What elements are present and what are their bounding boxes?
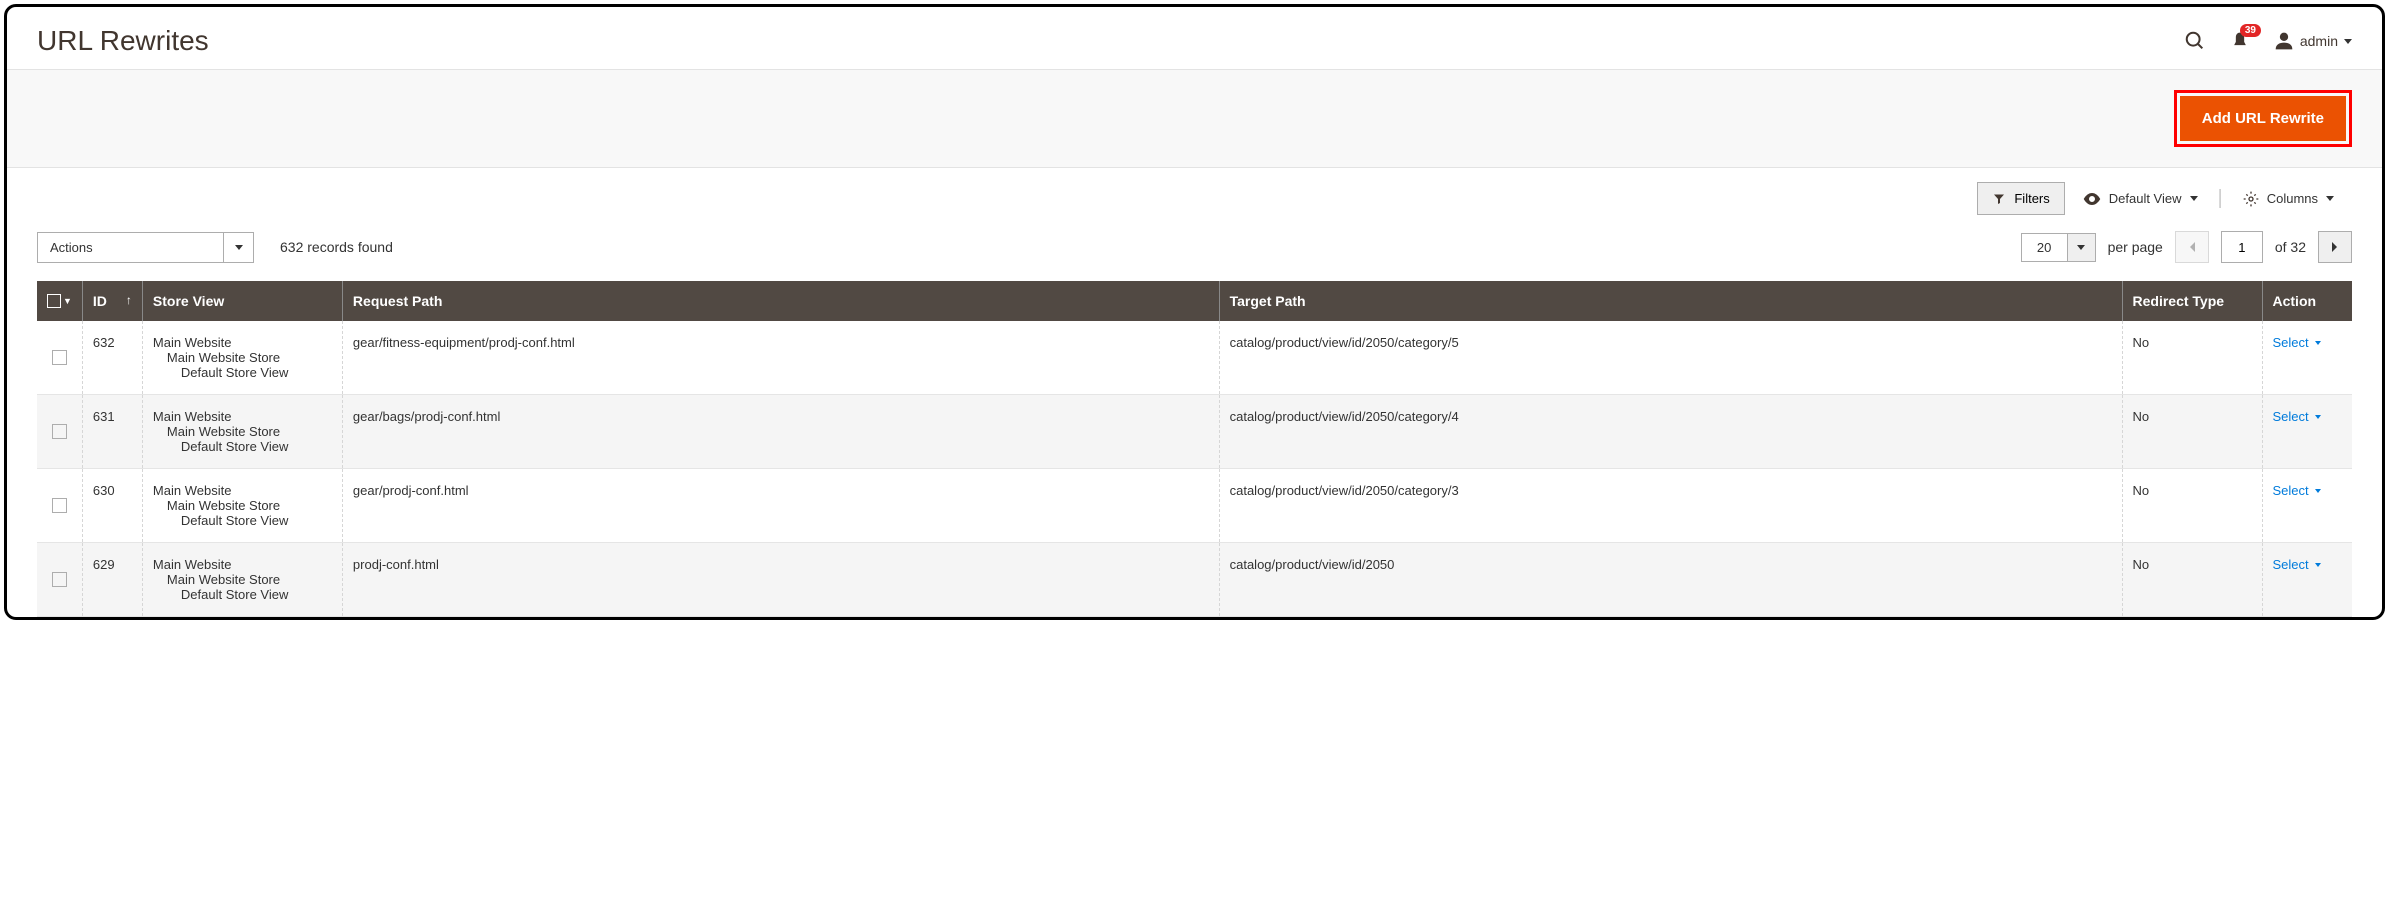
actions-dropdown[interactable]: Actions (37, 232, 254, 263)
cell-target-path: catalog/product/view/id/2050/category/4 (1219, 395, 2122, 469)
cell-action: Select (2262, 395, 2352, 469)
actions-label: Actions (38, 233, 223, 262)
select-action-link[interactable]: Select (2273, 483, 2343, 498)
records-found: 632 records found (280, 239, 393, 255)
default-view-control[interactable]: Default View (2065, 191, 2216, 206)
cell-store-view: Main WebsiteMain Website StoreDefault St… (142, 395, 342, 469)
cell-request-path: gear/prodj-conf.html (342, 469, 1219, 543)
cell-request-path: gear/fitness-equipment/prodj-conf.html (342, 321, 1219, 395)
table-row: 629Main WebsiteMain Website StoreDefault… (37, 543, 2352, 617)
prev-page-button[interactable] (2175, 231, 2209, 263)
chevron-down-icon (2344, 39, 2352, 44)
notifications-icon[interactable]: 39 (2230, 30, 2250, 52)
default-view-label: Default View (2109, 191, 2182, 206)
cell-id: 631 (82, 395, 142, 469)
page-title: URL Rewrites (37, 25, 209, 57)
cell-action: Select (2262, 543, 2352, 617)
cell-target-path: catalog/product/view/id/2050 (1219, 543, 2122, 617)
add-url-rewrite-button[interactable]: Add URL Rewrite (2180, 96, 2346, 141)
cell-id: 632 (82, 321, 142, 395)
funnel-icon (1992, 193, 2006, 205)
chevron-down-icon (2190, 196, 2198, 201)
table-row: 632Main WebsiteMain Website StoreDefault… (37, 321, 2352, 395)
chevron-down-icon[interactable] (2067, 234, 2095, 261)
cell-action: Select (2262, 321, 2352, 395)
search-icon[interactable] (2184, 30, 2206, 52)
col-header-request-path[interactable]: Request Path (342, 281, 1219, 321)
col-header-redirect-type[interactable]: Redirect Type (2122, 281, 2262, 321)
filters-button[interactable]: Filters (1977, 182, 2064, 215)
per-page-value: 20 (2022, 234, 2067, 261)
eye-icon (2083, 193, 2101, 205)
col-header-target-path[interactable]: Target Path (1219, 281, 2122, 321)
select-action-link[interactable]: Select (2273, 409, 2343, 424)
cell-id: 629 (82, 543, 142, 617)
row-checkbox[interactable] (52, 424, 67, 439)
cell-id: 630 (82, 469, 142, 543)
chevron-left-icon (2188, 241, 2196, 253)
columns-label: Columns (2267, 191, 2318, 206)
cell-request-path: prodj-conf.html (342, 543, 1219, 617)
add-url-rewrite-highlight: Add URL Rewrite (2174, 90, 2352, 147)
url-rewrites-grid: ▼ ID↑ Store View Request Path Target Pat… (37, 281, 2352, 617)
columns-control[interactable]: Columns (2225, 191, 2352, 207)
user-name: admin (2300, 33, 2338, 49)
cell-redirect-type: No (2122, 469, 2262, 543)
select-action-link[interactable]: Select (2273, 335, 2343, 350)
cell-request-path: gear/bags/prodj-conf.html (342, 395, 1219, 469)
notification-badge: 39 (2240, 24, 2261, 37)
chevron-down-icon[interactable] (223, 233, 253, 262)
filters-label: Filters (2014, 191, 2049, 206)
per-page-label: per page (2108, 239, 2163, 255)
per-page-select[interactable]: 20 (2021, 233, 2096, 262)
cell-store-view: Main WebsiteMain Website StoreDefault St… (142, 543, 342, 617)
page-input[interactable] (2221, 231, 2263, 263)
cell-redirect-type: No (2122, 543, 2262, 617)
cell-redirect-type: No (2122, 395, 2262, 469)
next-page-button[interactable] (2318, 231, 2352, 263)
cell-target-path: catalog/product/view/id/2050/category/3 (1219, 469, 2122, 543)
row-checkbox[interactable] (52, 498, 67, 513)
cell-store-view: Main WebsiteMain Website StoreDefault St… (142, 469, 342, 543)
total-pages-label: of 32 (2275, 239, 2306, 255)
row-checkbox[interactable] (52, 572, 67, 587)
table-row: 631Main WebsiteMain Website StoreDefault… (37, 395, 2352, 469)
chevron-down-icon (2326, 196, 2334, 201)
chevron-right-icon (2331, 241, 2339, 253)
col-header-checkbox[interactable]: ▼ (37, 281, 82, 321)
cell-redirect-type: No (2122, 321, 2262, 395)
col-header-store-view[interactable]: Store View (142, 281, 342, 321)
separator: | (2218, 187, 2223, 210)
col-header-id[interactable]: ID↑ (82, 281, 142, 321)
cell-store-view: Main WebsiteMain Website StoreDefault St… (142, 321, 342, 395)
gear-icon (2243, 191, 2259, 207)
user-menu[interactable]: admin (2274, 31, 2352, 51)
row-checkbox[interactable] (52, 350, 67, 365)
select-action-link[interactable]: Select (2273, 557, 2343, 572)
table-row: 630Main WebsiteMain Website StoreDefault… (37, 469, 2352, 543)
cell-target-path: catalog/product/view/id/2050/category/5 (1219, 321, 2122, 395)
cell-action: Select (2262, 469, 2352, 543)
user-icon (2274, 31, 2294, 51)
col-header-action: Action (2262, 281, 2352, 321)
